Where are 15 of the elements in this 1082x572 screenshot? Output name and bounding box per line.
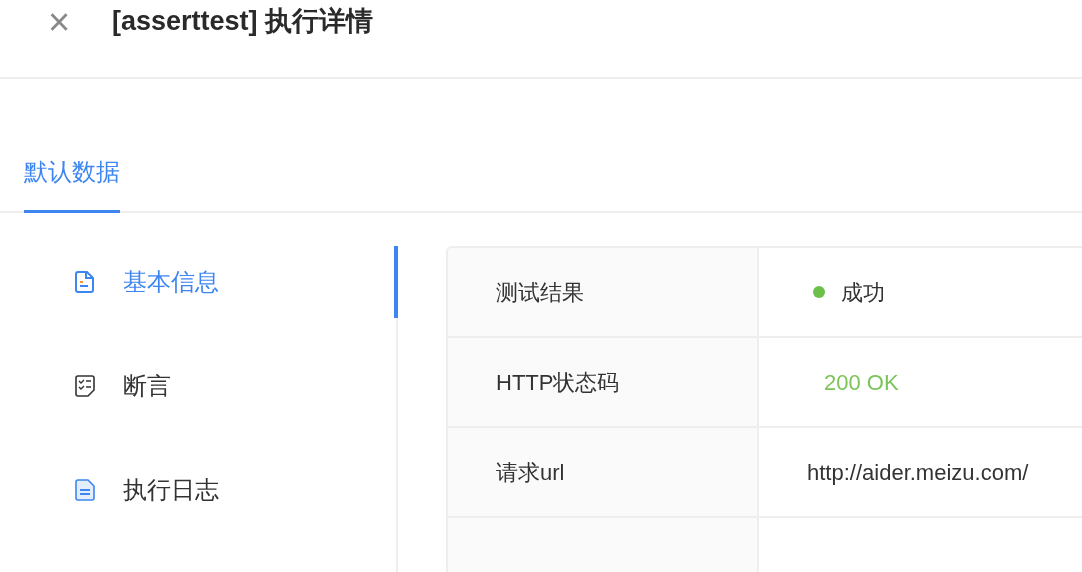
table-cell: 测试结果 (448, 248, 759, 336)
table-cell-text: 成功 (841, 278, 885, 307)
document-icon (75, 271, 95, 293)
dialog-title: [asserttest] 执行详情 (112, 5, 374, 39)
sidebar-item[interactable]: 执行日志 (0, 454, 398, 526)
close-button[interactable]: × (44, 2, 74, 41)
checklist-icon (75, 375, 95, 397)
table-cell-text: 200 OK (824, 368, 899, 397)
table-cell: HTTP状态码 (448, 338, 759, 426)
tab[interactable]: 默认数据 (24, 154, 120, 213)
document-lines-icon (75, 479, 95, 501)
sidebar-item[interactable]: 基本信息 (0, 246, 398, 318)
sidebar-item[interactable]: 断言 (0, 350, 398, 422)
table-cell: 请求url (448, 428, 759, 516)
table-cell-text: http://aider.meizu.com/ (807, 458, 1029, 487)
